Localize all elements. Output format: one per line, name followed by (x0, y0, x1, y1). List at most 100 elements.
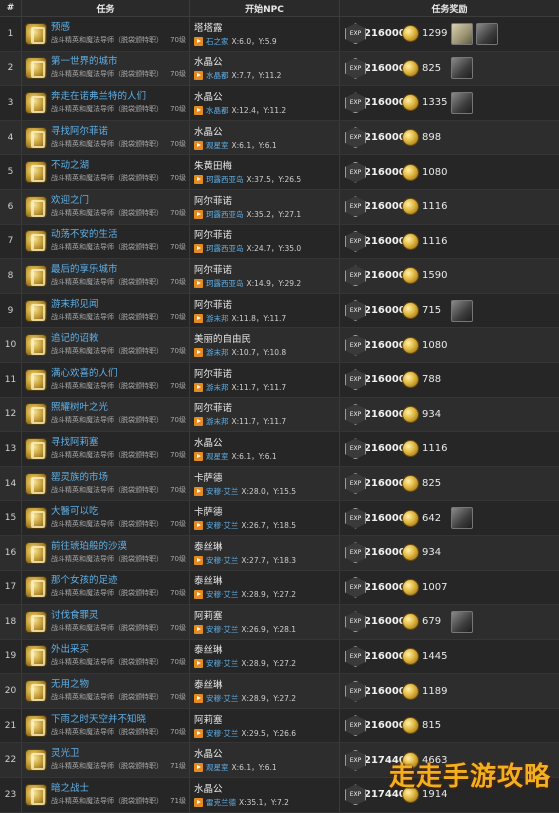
quest-icon (26, 784, 46, 805)
location-link[interactable]: 雷克兰德 (206, 796, 236, 809)
table-row: 2 第一世界的城市 战斗精英和魔法导师（脱袋颁特职） 70级 水晶公 水晶都 X:7.7，Y… (0, 51, 559, 87)
quest-level: 70级 (170, 485, 186, 494)
location-link[interactable]: 观星室 (206, 139, 229, 152)
location-link[interactable]: 观星室 (206, 761, 229, 774)
quest-class-text: 战斗精英和魔法导师（脱袋颁特职） (51, 727, 163, 736)
quest-name-link[interactable]: 满心欢喜的人们 (51, 368, 189, 380)
location-link[interactable]: 观星室 (206, 450, 229, 463)
location-link[interactable]: 珂露西亚岛 (206, 242, 244, 255)
quest-level: 70级 (170, 174, 186, 183)
quest-name-link[interactable]: 大醫可以吃 (51, 506, 189, 518)
map-scroll-icon[interactable] (451, 22, 473, 45)
location-link[interactable]: 水晶都 (206, 104, 229, 117)
row-number: 12 (0, 397, 22, 432)
location-link[interactable]: 石之家 (206, 35, 229, 48)
location-link[interactable]: 安穆·艾兰 (206, 692, 238, 705)
coordinates: X:10.7，Y:10.8 (231, 348, 287, 358)
quest-level: 70级 (170, 208, 186, 217)
map-marker-icon (194, 590, 203, 600)
quest-name-link[interactable]: 游末邦见闻 (51, 299, 189, 311)
quest-class-text: 战斗精英和魔法导师（脱袋颁特职） (51, 416, 163, 425)
quest-icon (26, 542, 46, 563)
quest-name-link[interactable]: 那个女孩的足迹 (51, 575, 189, 587)
table-row: 12 照耀树叶之光 战斗精英和魔法导师（脱袋颁特职） 70级 阿尔菲诺 游末邦 X:11.7… (0, 397, 559, 433)
map-marker-icon (194, 417, 203, 427)
location-link[interactable]: 水晶都 (206, 69, 229, 82)
quest-name-link[interactable]: 最后的享乐城市 (51, 264, 189, 276)
exp-icon: EXP (345, 715, 366, 737)
quest-name-link[interactable]: 灵光卫 (51, 748, 189, 760)
exp-icon: EXP (345, 57, 366, 79)
task-cell: 灵光卫 战斗精英和魔法导师（脱袋颁特职） 71级 (22, 743, 190, 778)
coordinates: X:24.7，Y:35.0 (246, 244, 302, 254)
npc-cell: 泰丝琳 安穆·艾兰 X:27.7，Y:18.3 (190, 535, 340, 570)
map-marker-icon (194, 486, 203, 496)
quest-name-link[interactable]: 奔走在诺弗兰特的人们 (51, 91, 189, 103)
location-link[interactable]: 珂露西亚岛 (206, 277, 244, 290)
quest-icon (26, 335, 46, 356)
armor-item-icon[interactable] (451, 507, 473, 530)
exp-icon: EXP (345, 92, 366, 114)
quest-name-link[interactable]: 预感 (51, 22, 189, 34)
row-number: 3 (0, 86, 22, 120)
quest-name-link[interactable]: 下雨之时天空并不知晓 (51, 714, 189, 726)
map-marker-icon (194, 521, 203, 531)
quest-name-link[interactable]: 追记的诏敕 (51, 333, 189, 345)
map-marker-icon (194, 797, 203, 807)
quest-level: 70级 (170, 347, 186, 356)
task-cell: 外出采买 战斗精英和魔法导师（脱袋颁特职） 70级 (22, 639, 190, 674)
task-cell: 照耀树叶之光 战斗精英和魔法导师（脱袋颁特职） 70级 (22, 397, 190, 432)
location-link[interactable]: 安穆·艾兰 (206, 623, 238, 636)
location-link[interactable]: 游末邦 (206, 415, 229, 428)
location-link[interactable]: 游末邦 (206, 381, 229, 394)
exp-value: 216000 (364, 616, 406, 628)
quest-name-link[interactable]: 罂灵族的市场 (51, 472, 189, 484)
armor-item-icon[interactable] (476, 22, 498, 45)
task-cell: 无用之物 战斗精英和魔法导师（脱袋颁特职） 70级 (22, 674, 190, 708)
task-cell: 大醫可以吃 战斗精英和魔法导师（脱袋颁特职） 70级 (22, 501, 190, 535)
location-link[interactable]: 安穆·艾兰 (206, 727, 238, 740)
quest-name-link[interactable]: 欢迎之门 (51, 195, 189, 207)
quest-name-link[interactable]: 无用之物 (51, 679, 189, 691)
quest-name-link[interactable]: 前往琥珀般的沙漠 (51, 541, 189, 553)
location-link[interactable]: 珂露西亚岛 (206, 208, 244, 221)
location-link[interactable]: 游末邦 (206, 312, 229, 325)
reward-cell: EXP 216000 1335 (340, 86, 559, 120)
quest-name-link[interactable]: 外出采买 (51, 644, 189, 656)
location-link[interactable]: 珂露西亚岛 (206, 173, 244, 186)
map-marker-icon (194, 659, 203, 669)
armor-item-icon[interactable] (451, 57, 473, 80)
quest-class-text: 战斗精英和魔法导师（脱袋颁特职） (51, 243, 163, 252)
armor-item-icon[interactable] (451, 299, 473, 322)
exp-value: 216000 (364, 132, 406, 144)
row-number: 9 (0, 293, 22, 328)
map-marker-icon (194, 763, 203, 773)
quest-name-link[interactable]: 寻找阿尔菲诺 (51, 126, 189, 138)
quest-class-text: 战斗精英和魔法导师（脱袋颁特职） (51, 450, 163, 459)
map-marker-icon (194, 728, 203, 738)
location-link[interactable]: 安穆·艾兰 (206, 554, 238, 567)
quest-name-link[interactable]: 不动之湖 (51, 160, 189, 172)
quest-class-text: 战斗精英和魔法导师（脱袋颁特职） (51, 70, 163, 79)
location-link[interactable]: 安穆·艾兰 (206, 657, 238, 670)
quest-level: 70级 (170, 416, 186, 425)
task-cell: 游末邦见闻 战斗精英和魔法导师（脱袋颁特职） 70级 (22, 293, 190, 328)
row-number: 16 (0, 535, 22, 570)
header-task: 任务 (22, 0, 190, 16)
armor-item-icon[interactable] (451, 91, 473, 114)
location-link[interactable]: 安穆·艾兰 (206, 588, 238, 601)
location-link[interactable]: 安穆·艾兰 (206, 519, 238, 532)
location-link[interactable]: 安穆·艾兰 (206, 485, 238, 498)
exp-icon: EXP (345, 680, 366, 702)
npc-cell: 阿尔菲诺 珂露西亚岛 X:35.2，Y:27.1 (190, 189, 340, 224)
quest-name-link[interactable]: 第一世界的城市 (51, 56, 189, 68)
quest-name-link[interactable]: 照耀树叶之光 (51, 402, 189, 414)
quest-class-text: 战斗精英和魔法导师（脱袋颁特职） (51, 312, 163, 321)
quest-name-link[interactable]: 讨伐食罪灵 (51, 610, 189, 622)
armor-item-icon[interactable] (451, 610, 473, 633)
quest-name-link[interactable]: 寻找阿莉塞 (51, 437, 189, 449)
quest-name-link[interactable]: 暗之战士 (51, 783, 189, 795)
quest-name-link[interactable]: 动荡不安的生活 (51, 229, 189, 241)
location-link[interactable]: 游末邦 (206, 346, 229, 359)
gil-coin-icon (402, 405, 419, 423)
